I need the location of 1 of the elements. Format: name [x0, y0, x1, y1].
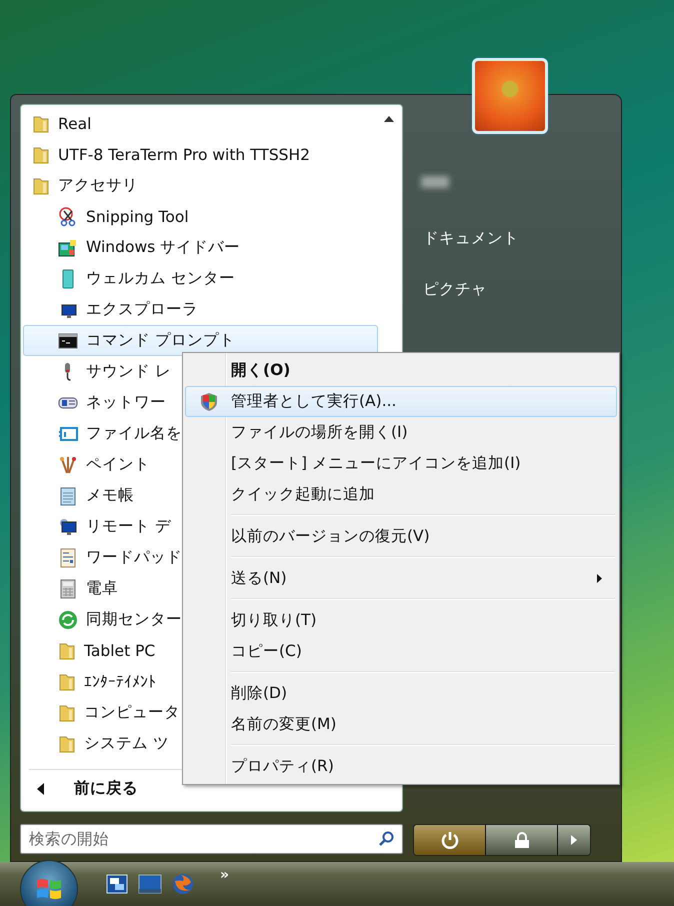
back-label: 前に戻る [74, 778, 138, 799]
